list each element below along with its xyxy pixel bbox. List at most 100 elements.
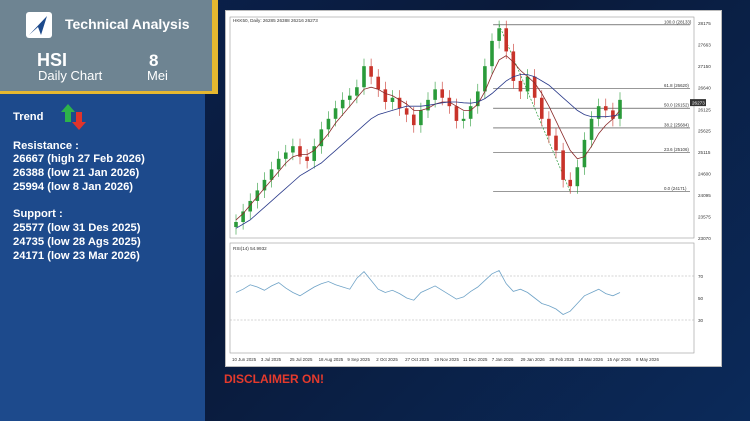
- price-plot-frame: [229, 16, 695, 239]
- ma-fast-line: [235, 55, 621, 221]
- resistance-level: 26388 (low 21 Jan 2026): [13, 167, 140, 179]
- candle-body: [333, 108, 338, 119]
- candle-body: [454, 106, 459, 121]
- x-tick-label: 3 Jul 2025: [261, 357, 282, 362]
- candle-body: [234, 221, 238, 228]
- support-level: 25577 (low 31 Des 2025): [13, 222, 141, 234]
- candle-body: [347, 95, 352, 100]
- candle-body: [603, 106, 608, 111]
- disclaimer-text: DISCLAIMER ON!: [224, 372, 324, 386]
- resistance-title: Resistance :: [13, 140, 79, 152]
- candle-body: [411, 114, 416, 126]
- fib-level-label: 38.2 (25684): [664, 122, 689, 127]
- candle-body: [390, 97, 395, 102]
- candle-body: [440, 89, 445, 98]
- trend-label: Trend: [13, 111, 44, 123]
- candle-body: [362, 66, 366, 88]
- fib-level-label: 23.6 (25106): [664, 147, 689, 152]
- candle-body: [283, 152, 288, 159]
- chart-type-label: Daily Chart: [38, 68, 103, 83]
- y-tick-label: 27150: [698, 64, 711, 69]
- candle-body: [618, 99, 622, 119]
- support-level: 24171 (low 23 Mar 2026): [13, 250, 140, 262]
- x-tick-label: 10 Jun 2025: [232, 357, 257, 362]
- trend-arrows-icon: [61, 104, 86, 130]
- x-tick-label: 18 Aug 2025: [319, 357, 344, 362]
- y-tick-label: 26125: [698, 107, 711, 112]
- candle-body: [376, 76, 381, 90]
- rsi-tick-label: 30: [698, 318, 704, 323]
- rsi-label: RSI(14) 54.9932: [233, 246, 267, 251]
- date-month: Mei: [147, 68, 168, 83]
- y-tick-label: 24095: [698, 193, 711, 198]
- y-tick-label: 23070: [698, 236, 711, 241]
- x-tick-label: 15 Apr 2026: [607, 357, 631, 362]
- candle-body: [497, 28, 501, 41]
- y-tick-label: 27663: [698, 43, 711, 48]
- support-title: Support :: [13, 208, 63, 220]
- candle-body: [589, 118, 594, 140]
- candle-body: [518, 80, 523, 92]
- candle-body: [433, 89, 437, 100]
- x-tick-label: 26 Feb 2026: [549, 357, 574, 362]
- candle-body: [355, 87, 359, 96]
- fib-level-label: 0.0 (24171): [664, 186, 687, 191]
- candle-body: [582, 139, 587, 168]
- candle-body: [561, 150, 565, 180]
- candle-body: [568, 179, 573, 187]
- candle-body: [340, 99, 345, 109]
- candle-body: [547, 118, 551, 136]
- x-tick-label: 7 Jan 2026: [492, 357, 514, 362]
- x-tick-label: 11 Dec 2025: [463, 357, 488, 362]
- fib-level-label: 61.8 (26620): [664, 83, 689, 88]
- rsi-line: [235, 269, 621, 315]
- candle-body: [539, 97, 544, 119]
- candle-body: [554, 135, 558, 151]
- y-tick-label: 26640: [698, 86, 711, 91]
- candle-body: [575, 167, 580, 187]
- chart-panel[interactable]: HKK50, Daily: 26285 26388 26216 26273 281…: [225, 10, 722, 367]
- x-tick-label: 19 Nov 2025: [434, 357, 459, 362]
- x-tick-label: 9 Sep 2025: [347, 357, 370, 362]
- candle-body: [525, 76, 530, 92]
- candle-body: [326, 118, 331, 130]
- y-tick-label: 25625: [698, 128, 711, 133]
- header-banner: Technical Analysis HSI Daily Chart 8 Mei: [0, 0, 218, 94]
- candle-body: [461, 118, 466, 121]
- rsi-tick-label: 50: [698, 296, 704, 301]
- fib-level-label: 100.0 (28133): [664, 19, 692, 24]
- rsi-plot-frame: [229, 242, 695, 354]
- y-tick-label: 23575: [698, 215, 711, 220]
- x-tick-label: 29 Jan 2026: [521, 357, 546, 362]
- candle-body: [504, 28, 509, 52]
- brand-logo: [26, 12, 52, 38]
- x-tick-label: 8 May 2026: [636, 357, 660, 362]
- x-tick-label: 19 Mar 2026: [578, 357, 603, 362]
- candle-body: [419, 110, 423, 126]
- y-tick-label: 25115: [698, 150, 711, 155]
- trend-up-arrow-icon: [61, 104, 75, 122]
- chart-symbol-header: HKK50, Daily: 26285 26388 26216 26273: [233, 18, 318, 23]
- x-tick-label: 2 Oct 2025: [376, 357, 398, 362]
- y-tick-label: 28175: [698, 21, 711, 26]
- price-chart[interactable]: HKK50, Daily: 26285 26388 26216 26273 281…: [226, 11, 723, 368]
- fib-level-label: 50.0 (26152): [664, 103, 689, 108]
- rsi-tick-label: 70: [698, 274, 704, 279]
- candle-body: [532, 76, 537, 98]
- resistance-level: 25994 (low 8 Jan 2026): [13, 181, 134, 193]
- y-tick-label: 24600: [698, 172, 711, 177]
- candle-body: [305, 156, 309, 161]
- candle-body: [369, 66, 373, 77]
- candle-body: [404, 108, 409, 115]
- candle-body: [276, 158, 281, 170]
- page-title: Technical Analysis: [65, 16, 190, 32]
- header-accent-bar: [212, 0, 218, 94]
- candle-body: [490, 40, 494, 67]
- last-price-label: 26273: [692, 101, 705, 106]
- candle-body: [291, 146, 295, 153]
- candle-body: [383, 89, 388, 102]
- support-level: 24735 (low 28 Ags 2025): [13, 236, 141, 248]
- resistance-level: 26667 (high 27 Feb 2026): [13, 153, 145, 165]
- x-tick-label: 27 Oct 2025: [405, 357, 429, 362]
- trend-down-arrow-icon: [72, 112, 86, 130]
